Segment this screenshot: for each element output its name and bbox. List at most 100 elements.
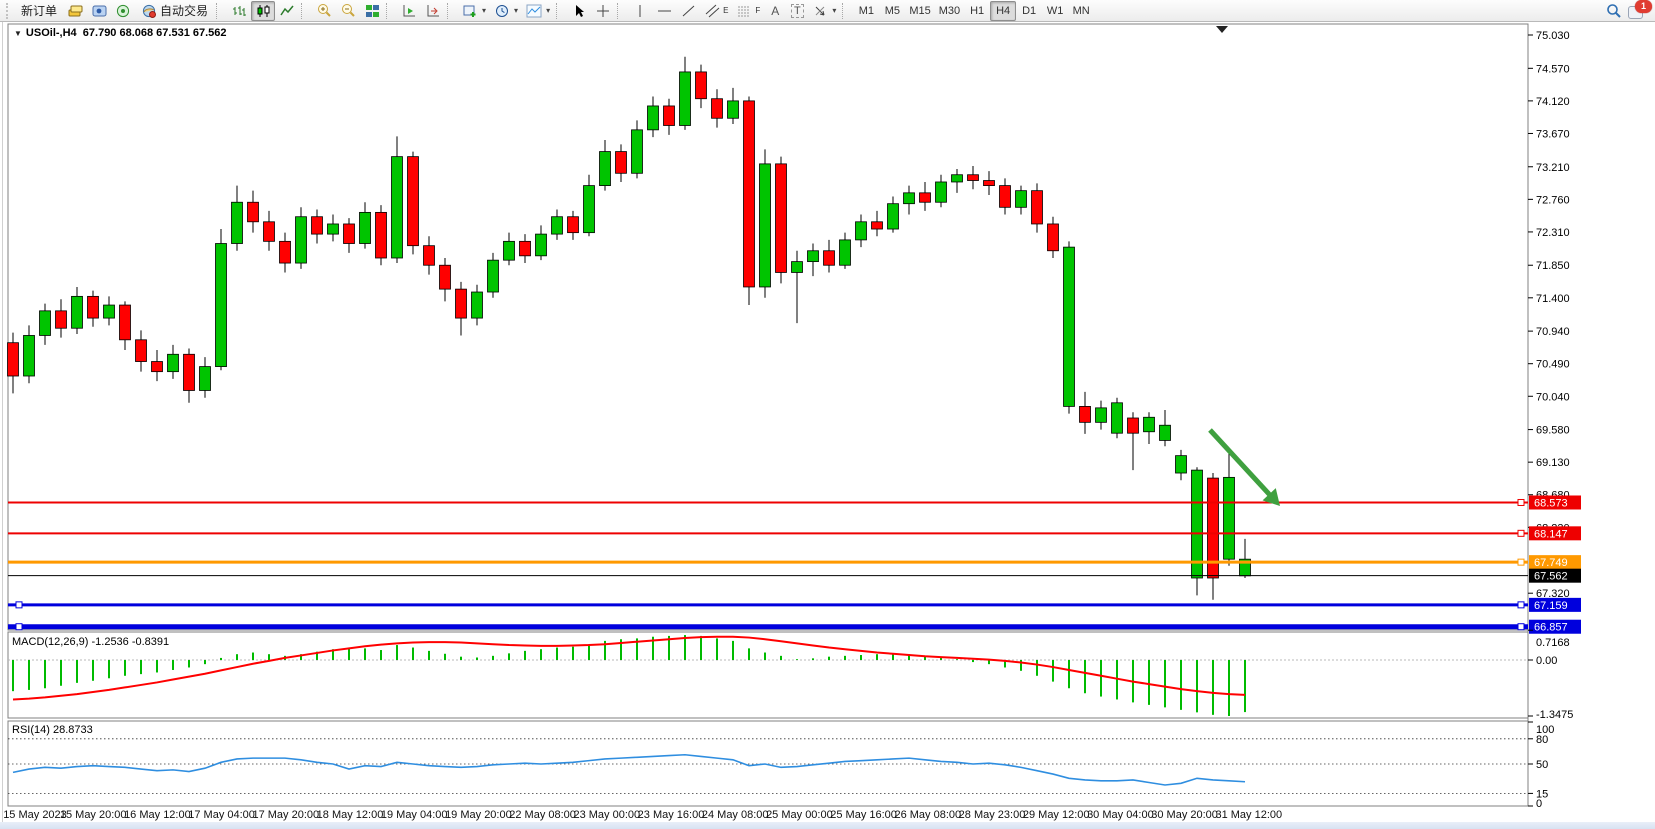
- arrows-icon: [812, 3, 828, 19]
- candle-body: [72, 296, 83, 328]
- svg-text:74.120: 74.120: [1536, 96, 1570, 108]
- tab-timeframe-mn[interactable]: MN: [1068, 1, 1094, 21]
- channel-tool-button[interactable]: E: [700, 1, 732, 21]
- chevron-down-icon: ▾: [514, 6, 518, 15]
- date-axis-label: 26 May 08:00: [894, 809, 961, 821]
- candle-body: [744, 101, 755, 287]
- date-axis-label: 19 May 04:00: [381, 809, 448, 821]
- tab-timeframe-w1[interactable]: W1: [1042, 1, 1068, 21]
- candle-body: [504, 241, 515, 260]
- notifications-button[interactable]: 1: [1628, 3, 1646, 19]
- tile-windows-icon: [364, 3, 380, 19]
- tab-timeframe-m5[interactable]: M5: [879, 1, 905, 21]
- rsi-name: RSI(14): [12, 724, 50, 736]
- market-watch-button[interactable]: [63, 1, 87, 21]
- candle-body: [824, 251, 835, 265]
- candle-body: [1128, 418, 1139, 433]
- cursor-button[interactable]: [567, 1, 591, 21]
- horizontal-line-tool-button[interactable]: [652, 1, 676, 21]
- new-order-button[interactable]: 新订单: [15, 1, 63, 21]
- svg-text:74.570: 74.570: [1536, 63, 1570, 75]
- price-label-text: 67.159: [1534, 600, 1568, 612]
- alerts-button[interactable]: [111, 1, 135, 21]
- svg-text:0.00: 0.00: [1536, 655, 1557, 667]
- line-handle: [16, 602, 22, 608]
- svg-text:50: 50: [1536, 759, 1548, 771]
- indicators-button[interactable]: ▾: [522, 1, 554, 21]
- tab-timeframe-h1[interactable]: H1: [964, 1, 990, 21]
- candle-body: [792, 262, 803, 273]
- candle-body: [712, 99, 723, 119]
- chart-canvas[interactable]: 75.03074.57074.12073.67073.21072.76072.3…: [0, 0, 1655, 829]
- candle-body: [904, 193, 915, 204]
- candles-chart-mode-button[interactable]: [251, 1, 275, 21]
- candle-body: [24, 335, 35, 376]
- candle-body: [968, 175, 979, 181]
- search-icon[interactable]: [1606, 3, 1622, 19]
- candles-chart-icon: [255, 3, 271, 19]
- auto-trading-button[interactable]: 自动交易: [135, 1, 214, 21]
- line-handle: [1518, 602, 1524, 608]
- vertical-line-tool-button[interactable]: [628, 1, 652, 21]
- new-chart-button[interactable]: ▾: [458, 1, 490, 21]
- auto-scroll-button[interactable]: [397, 1, 421, 21]
- candle-body: [952, 175, 963, 182]
- indicators-icon: [526, 3, 542, 19]
- candle-body: [456, 289, 467, 318]
- candle-body: [472, 292, 483, 318]
- channel-letter: E: [723, 6, 728, 15]
- candle-body: [632, 130, 643, 173]
- line-handle: [16, 624, 22, 630]
- svg-text:0: 0: [1536, 798, 1542, 810]
- trendline-tool-button[interactable]: [676, 1, 700, 21]
- arrows-tool-button[interactable]: ▾: [808, 1, 840, 21]
- line-chart-mode-button[interactable]: [275, 1, 299, 21]
- zoom-out-button[interactable]: [336, 1, 360, 21]
- candle-body: [680, 72, 691, 126]
- candle-body: [40, 311, 51, 336]
- candle-body: [184, 354, 195, 390]
- tab-timeframe-h4[interactable]: H4: [990, 1, 1016, 21]
- toolbar-separator: [386, 3, 393, 19]
- tab-timeframe-m15[interactable]: M15: [905, 1, 934, 21]
- price-label-text: 67.749: [1534, 557, 1568, 569]
- toolbar-separator: [216, 3, 223, 19]
- candle-body: [392, 157, 403, 258]
- text-label-tool-button[interactable]: T: [786, 1, 808, 21]
- candle-body: [168, 354, 179, 371]
- candle-body: [408, 157, 419, 246]
- tab-timeframe-m1[interactable]: M1: [853, 1, 879, 21]
- bar-chart-mode-button[interactable]: [227, 1, 251, 21]
- line-chart-icon: [279, 3, 295, 19]
- toolbar-separator: [842, 3, 849, 19]
- zoom-in-button[interactable]: [312, 1, 336, 21]
- symbol-dropdown-icon[interactable]: ▼: [14, 29, 22, 38]
- terminal-icon: [91, 3, 107, 19]
- text-tool-button[interactable]: A: [764, 1, 786, 21]
- navigator-button[interactable]: [87, 1, 111, 21]
- periods-button[interactable]: ▾: [490, 1, 522, 21]
- candle-body: [88, 296, 99, 318]
- candle-body: [424, 246, 435, 266]
- new-order-label: 新订单: [21, 2, 57, 19]
- candle-body: [1160, 425, 1171, 440]
- svg-text:71.400: 71.400: [1536, 293, 1570, 305]
- crosshair-button[interactable]: [591, 1, 615, 21]
- line-handle: [1518, 499, 1524, 505]
- candle-body: [440, 265, 451, 289]
- price-label-text: 66.857: [1534, 622, 1568, 634]
- tab-timeframe-d1[interactable]: D1: [1016, 1, 1042, 21]
- tile-windows-button[interactable]: [360, 1, 384, 21]
- date-axis-label: 25 May 00:00: [766, 809, 833, 821]
- macd-name: MACD(12,26,9): [12, 636, 88, 648]
- candle-body: [648, 106, 659, 130]
- candle-body: [376, 212, 387, 258]
- candle-body: [1096, 408, 1107, 422]
- candle-body: [200, 367, 211, 391]
- chart-shift-button[interactable]: [421, 1, 445, 21]
- fibonacci-tool-button[interactable]: F: [732, 1, 764, 21]
- horizontal-line-icon: [656, 3, 672, 19]
- candle-body: [232, 202, 243, 243]
- candle-body: [664, 106, 675, 126]
- tab-timeframe-m30[interactable]: M30: [935, 1, 964, 21]
